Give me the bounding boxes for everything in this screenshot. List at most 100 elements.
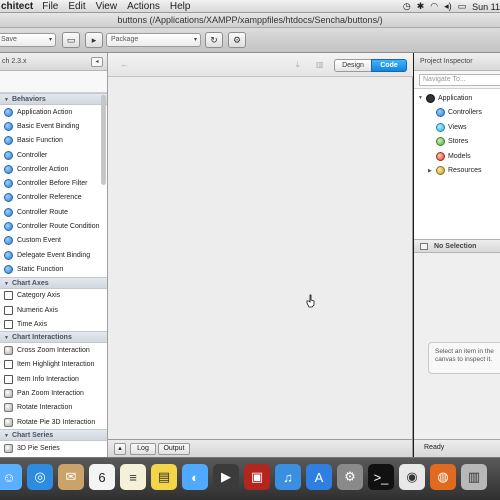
collapse-panel-button[interactable]: ◂ xyxy=(91,57,103,67)
tab-output[interactable]: Output xyxy=(158,443,190,455)
menu-file[interactable]: File xyxy=(42,1,58,12)
toolbox-item[interactable]: Item Highlight Interaction xyxy=(0,358,107,372)
stickies-icon[interactable]: ▤ xyxy=(151,464,177,490)
toolbox-group-header[interactable]: ▼ Behaviors xyxy=(0,93,107,105)
toolbox-item-label: Controller Reference xyxy=(17,194,82,202)
calendar-icon[interactable]: 6 xyxy=(89,464,115,490)
disclosure-triangle-icon[interactable]: ▶ xyxy=(428,168,436,174)
toolbox-item[interactable]: Controller Before Filter xyxy=(0,176,107,190)
back-arrow-icon[interactable]: ← xyxy=(120,59,129,69)
tree-node-views[interactable]: Views xyxy=(414,120,500,135)
firefox-icon[interactable]: ◍ xyxy=(430,464,456,490)
menu-view[interactable]: View xyxy=(96,1,118,12)
disclosure-triangle-icon[interactable]: ▼ xyxy=(418,95,426,101)
toolbox-scrollbar[interactable] xyxy=(101,95,106,185)
component-icon xyxy=(4,250,13,260)
save-select[interactable]: Save ▾ xyxy=(0,33,56,47)
toolbox-item[interactable]: Application Action xyxy=(0,105,107,119)
app-menu[interactable]: chitect xyxy=(1,1,33,12)
window-title: buttons (/Applications/XAMPP/xamppfiles/… xyxy=(0,13,500,28)
tree-node-label: Application xyxy=(438,94,473,102)
mail-icon[interactable]: ✉ xyxy=(58,464,84,490)
tab-code[interactable]: Code xyxy=(371,59,407,72)
photobooth-icon[interactable]: ▣ xyxy=(244,464,270,490)
notes-icon[interactable]: ≡ xyxy=(120,464,146,490)
stores-icon xyxy=(436,137,445,147)
tree-node-application[interactable]: ▼ Application xyxy=(414,91,500,106)
chrome-icon[interactable]: ◉ xyxy=(399,464,425,490)
toolbox-group-header[interactable]: ▼ Chart Axes xyxy=(0,276,107,289)
itunes-icon[interactable]: ♫ xyxy=(275,464,301,490)
toolbox-item[interactable]: Category Axis xyxy=(0,289,107,303)
toolbox-item[interactable]: Static Function xyxy=(0,262,107,276)
refresh-button[interactable]: ↻ xyxy=(205,32,223,48)
toolbox-filter[interactable] xyxy=(0,71,107,93)
toolbox-item[interactable]: Numeric Axis xyxy=(0,303,107,317)
toolbox-group-header[interactable]: ▼ Chart Series xyxy=(0,429,107,442)
messages-icon[interactable]: ◐ xyxy=(182,464,208,490)
toolbox-item[interactable]: Controller Reference xyxy=(0,191,107,205)
chevron-down-icon: ▾ xyxy=(48,37,52,43)
toolbox-item[interactable]: Item Info Interaction xyxy=(0,372,107,386)
toolbox-item[interactable]: Rotate Interaction xyxy=(0,401,107,415)
component-icon xyxy=(4,193,13,203)
finder-icon[interactable]: ☺ xyxy=(0,464,22,490)
package-select[interactable]: Package ▾ xyxy=(106,33,201,47)
safari-icon[interactable]: ◎ xyxy=(27,464,53,490)
clock[interactable]: Sun 11 xyxy=(472,2,500,12)
trash-small-icon[interactable]: ▥ xyxy=(316,60,324,69)
toolbox-item-label: Rotate Pie 3D Interaction xyxy=(17,418,96,426)
component-icon xyxy=(4,150,13,160)
menu-edit[interactable]: Edit xyxy=(68,1,85,12)
tab-design[interactable]: Design xyxy=(334,59,372,72)
toolbox-item[interactable]: Cross Zoom Interaction xyxy=(0,343,107,357)
mouse-cursor-icon xyxy=(306,294,315,308)
design-canvas[interactable]: ← ⤓ ▥ Design Code xyxy=(108,53,413,439)
component-icon xyxy=(4,360,13,370)
toolbox-item[interactable]: Time Axis xyxy=(0,317,107,331)
tree-node-resources[interactable]: ▶ Resources xyxy=(414,164,500,179)
preview-button[interactable]: ▸ xyxy=(85,32,103,48)
expand-log-button[interactable]: ▴ xyxy=(114,443,126,455)
toolbox-list: ▼ Behaviors Application Action Basic Event … xyxy=(0,93,107,456)
panel-icon: ▭ xyxy=(66,34,76,45)
toolbox-item[interactable]: Basic Function xyxy=(0,134,107,148)
wifi-icon[interactable]: ◠ xyxy=(430,1,438,12)
navigate-input[interactable]: Navigate To... xyxy=(419,74,500,86)
volume-icon[interactable]: ◂) xyxy=(444,1,452,12)
terminal-icon[interactable]: >_ xyxy=(368,464,394,490)
toggle-left-panel-button[interactable]: ▭ xyxy=(62,32,80,48)
toolbox-item[interactable]: Delegate Event Binding xyxy=(0,248,107,262)
menu-actions[interactable]: Actions xyxy=(127,1,160,12)
toolbox-header: ch 2.3.x ◂ xyxy=(0,53,107,71)
toolbox-item[interactable]: Controller xyxy=(0,148,107,162)
battery-icon[interactable]: ▭ xyxy=(458,1,467,12)
toolbox-item-label: Item Info Interaction xyxy=(17,375,79,383)
toolbox-item[interactable]: Custom Event xyxy=(0,234,107,248)
toolbox-item[interactable]: Pan Zoom Interaction xyxy=(0,386,107,400)
bluetooth-icon[interactable]: ✱ xyxy=(417,1,425,12)
tab-log[interactable]: Log xyxy=(130,443,156,455)
toolbox-item[interactable]: Controller Route xyxy=(0,205,107,219)
tree-node-stores[interactable]: Stores xyxy=(414,135,500,150)
settings-button[interactable]: ⚙ xyxy=(228,32,246,48)
tree-node-models[interactable]: Models xyxy=(414,149,500,164)
trash-icon[interactable]: ▥ xyxy=(461,464,487,490)
toolbox-group-header[interactable]: ▼ Chart Interactions xyxy=(0,331,107,344)
toolbox-item[interactable]: Basic Event Binding xyxy=(0,119,107,133)
time-machine-icon[interactable]: ◷ xyxy=(403,1,411,12)
tree-node-controllers[interactable]: Controllers xyxy=(414,106,500,121)
system-prefs-icon[interactable]: ⚙ xyxy=(337,464,363,490)
download-icon[interactable]: ⤓ xyxy=(296,60,300,70)
toolbox-item[interactable]: Rotate Pie 3D Interaction xyxy=(0,415,107,429)
navigate-bar: Navigate To... xyxy=(414,71,500,89)
toolbox-item[interactable]: Controller Route Condition xyxy=(0,219,107,233)
toolbox-item-label: Rotate Interaction xyxy=(17,404,73,412)
facetime-icon[interactable]: ▶ xyxy=(213,464,239,490)
toolbox-item[interactable]: Controller Action xyxy=(0,162,107,176)
menu-help[interactable]: Help xyxy=(170,1,191,12)
chevron-down-icon: ▾ xyxy=(193,37,197,43)
appstore-icon[interactable]: A xyxy=(306,464,332,490)
toolbox-item[interactable]: 3D Pie Series xyxy=(0,441,107,455)
chevron-up-icon: ▴ xyxy=(118,445,122,452)
